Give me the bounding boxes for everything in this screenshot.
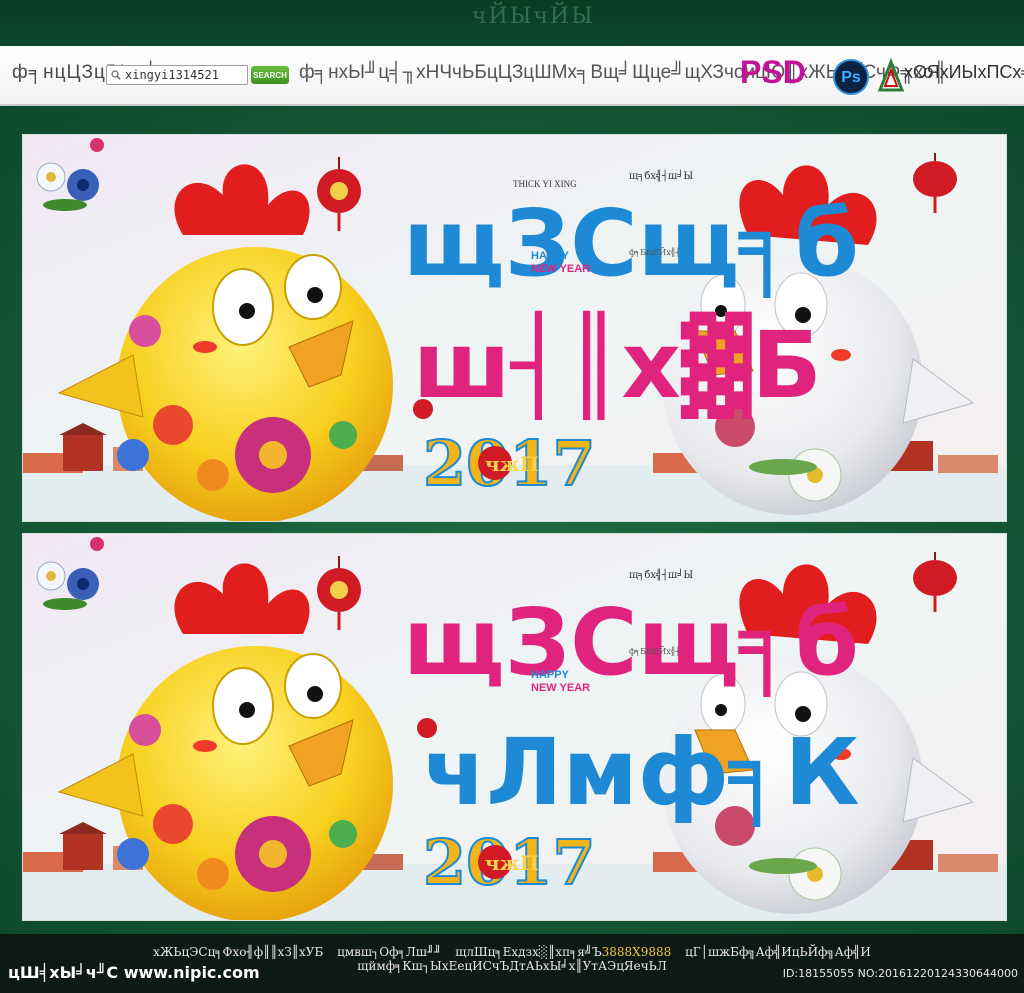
footer-author: хЖЬцЭСц╕Фхо╢ф║║хЗ║хУБ xyxy=(153,945,324,959)
search-button[interactable]: SEARCH xyxy=(251,66,289,84)
side-note-text-2: щ╕бх╣┤ш╛Ы xyxy=(629,568,693,581)
footer-size-group: щлШц╕Ехдзх░║хп╕я╝Ъ3888X9888 xyxy=(455,945,671,959)
search-box[interactable] xyxy=(106,65,248,85)
stamp-text: ф╕БщЕЙх╣┤ xyxy=(629,247,680,257)
new-year-text-2: NEW YEAR xyxy=(531,682,590,694)
footer-enter[interactable]: щймф╕Кш┐ЫхЕецИСчЪДтАЬхЫ╛х║УтАЭцЯечЬЛ xyxy=(357,959,667,973)
title-top-text: щЗСщ╕б xyxy=(403,190,859,298)
title-top-text-2: щЗСщ╕б xyxy=(403,589,859,697)
footer-id: ID:18155055 NO:20161220124330644000 xyxy=(782,967,1018,980)
title-bottom-text: ш┤║х▓Б xyxy=(413,310,822,420)
title-bottom-text-2: чЛмф╕К xyxy=(423,719,860,827)
fu-text-2: чжП xyxy=(485,851,539,875)
rooster-seal-icon xyxy=(413,399,433,419)
original-release-text: хОЯхИЫхПСх╕Г xyxy=(904,62,1024,82)
nipic-logo[interactable]: цШ╡хЫ╛ч╜С www.nipic.com xyxy=(8,963,260,982)
rooster-seal-icon-2 xyxy=(417,718,437,738)
psd-format-label: PSD xyxy=(740,54,806,90)
search-icon xyxy=(111,70,121,80)
happy-text: HAPPY xyxy=(531,250,570,262)
footer-want: цГ│шжБф╗Аф╣ИцЬЙф╗Аф╣И xyxy=(685,945,871,959)
small-caption-text: THICK YI XING xyxy=(513,179,577,189)
happy-text-2: HAPPY xyxy=(531,669,570,681)
new-year-text: NEW YEAR xyxy=(531,263,590,275)
top-logo: чЙЫчЙЫ xyxy=(472,4,595,29)
search-input[interactable] xyxy=(121,68,243,82)
poster-artwork-bottom: щЗСщ╕б чЛмф╕К HAPPY NEW YEAR щ╕бх╣┤ш╛Ы ф… xyxy=(23,534,1006,920)
photoshop-icon: Ps xyxy=(833,59,869,95)
poster-artwork-top: щЗСщ╕б ш┤║х▓Б HAPPY NEW YEAR THICK YI XI… xyxy=(23,135,1006,521)
footer-size-label: щлШц╕Ехдзх░║хп╕я╝Ъ xyxy=(455,945,602,959)
side-note-text: щ╕бх╣┤ш╛Ы xyxy=(629,169,693,182)
poster-panel-top: щЗСщ╕б ш┤║х▓Б HAPPY NEW YEAR THICK YI XI… xyxy=(22,134,1007,522)
footer-size-value: 3888X9888 xyxy=(601,945,672,959)
poster-panel-bottom: щЗСщ╕б чЛмф╕К HAPPY NEW YEAR щ╕бх╣┤ш╛Ы ф… xyxy=(22,533,1007,921)
footer-welcome: цмвш┐Оф╕Лш╜╜ xyxy=(337,945,442,959)
original-triangle-icon xyxy=(878,58,904,92)
fu-text: чжП xyxy=(485,452,539,476)
stamp-text-2: ф╕БщЕЙх╣┤ xyxy=(629,646,680,656)
